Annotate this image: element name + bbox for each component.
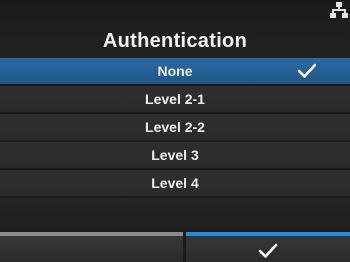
- softkey-bar: [0, 232, 350, 262]
- list-item-none[interactable]: None: [0, 58, 350, 84]
- confirm-softkey[interactable]: [186, 232, 350, 262]
- list-item-label: Level 2-1: [145, 91, 205, 107]
- list-item-label: Level 3: [151, 147, 199, 163]
- page-title: Authentication: [102, 30, 248, 52]
- list-item-label: Level 2-2: [145, 119, 205, 135]
- checkmark-icon: [258, 243, 278, 258]
- list-item-label: None: [157, 63, 193, 79]
- option-list: None Level 2-1 Level 2-2 Level 3 Level 4: [0, 58, 350, 198]
- back-softkey[interactable]: [0, 232, 183, 262]
- list-item-label: Level 4: [151, 175, 199, 191]
- list-item-level-2-1[interactable]: Level 2-1: [0, 86, 350, 112]
- printer-lcd-screen: Authentication None Level 2-1 Level 2-2 …: [0, 0, 350, 262]
- list-empty-area: [0, 198, 350, 232]
- network-icon: [330, 2, 348, 18]
- list-item-level-4[interactable]: Level 4: [0, 170, 350, 196]
- list-item-level-2-2[interactable]: Level 2-2: [0, 114, 350, 140]
- checkmark-icon: [298, 63, 316, 78]
- list-item-level-3[interactable]: Level 3: [0, 142, 350, 168]
- header: Authentication: [0, 0, 350, 58]
